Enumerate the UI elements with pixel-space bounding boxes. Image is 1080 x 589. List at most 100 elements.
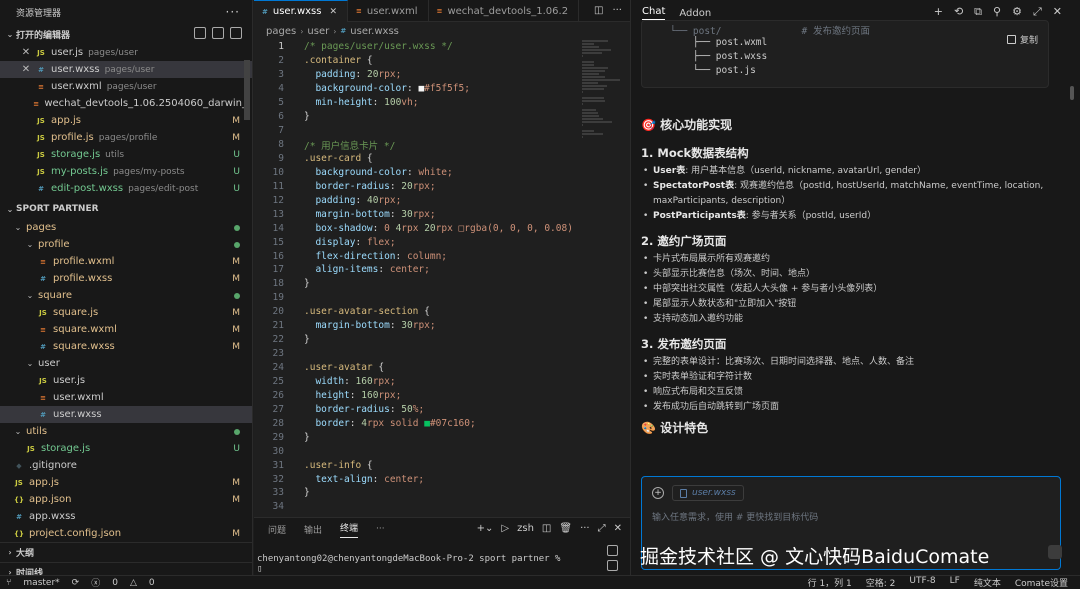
add-terminal-icon[interactable]: +⌄ (477, 523, 494, 534)
code-line: 9 .user-card { (254, 152, 630, 166)
settings-icon[interactable]: ⚙ (1012, 5, 1022, 19)
indent-setting[interactable]: 空格: 2 (866, 576, 896, 589)
cursor-position[interactable]: 行 1，列 1 (808, 576, 852, 589)
more-actions-icon[interactable]: ··· (580, 523, 590, 534)
folder-item[interactable]: ⌄ user (0, 355, 252, 372)
tab-output[interactable]: 输出 (304, 523, 322, 536)
open-editor-item[interactable]: ≡ user.wxml pages/user (0, 78, 252, 95)
new-file-icon[interactable] (194, 27, 206, 39)
folder-item[interactable]: ⌄ profile (0, 236, 252, 253)
open-editor-item[interactable]: # edit-post.wxss pages/edit-post U (0, 180, 252, 197)
terminal-instance-icon[interactable] (607, 560, 618, 571)
breadcrumb-item[interactable]: user (307, 26, 329, 37)
tree-file-item[interactable]: ◆ .gitignore (0, 457, 252, 474)
tab-chat[interactable]: Chat (642, 6, 666, 20)
tree-file-item[interactable]: JS user.js (0, 372, 252, 389)
file-icon (680, 488, 687, 498)
tree-file-item[interactable]: # user.wxss (0, 406, 252, 423)
project-section[interactable]: ⌄ SPORT PARTNER (0, 199, 252, 219)
folder-item[interactable]: ⌄ utils (0, 423, 252, 440)
sync-icon[interactable]: ⟳ (72, 578, 80, 588)
attached-file-chip[interactable]: user.wxss (672, 485, 744, 501)
tab-terminal[interactable]: 终端 (340, 521, 359, 538)
breadcrumb-item[interactable]: pages (266, 26, 296, 37)
trash-icon[interactable]: 🗑 (559, 523, 572, 534)
add-icon[interactable]: + (934, 5, 943, 19)
open-editor-item[interactable]: JS app.js M (0, 112, 252, 129)
git-status-badge: M (232, 307, 240, 318)
code-editor[interactable]: 1 /* pages/user/user.wxss */ 2 .container {… (254, 40, 630, 517)
branch-name[interactable]: master* (23, 578, 59, 588)
minimap[interactable] (582, 40, 622, 160)
folder-item[interactable]: ⌄ pages (0, 219, 252, 236)
editor-tab[interactable]: # user.wxss ✕ (254, 0, 349, 22)
encoding[interactable]: UTF-8 (909, 576, 935, 589)
more-actions-icon[interactable]: ··· (376, 524, 385, 534)
save-all-icon[interactable] (212, 27, 224, 39)
add-context-icon[interactable]: + (652, 487, 664, 499)
close-icon[interactable]: ✕ (1053, 5, 1062, 19)
close-icon[interactable]: ✕ (329, 7, 337, 17)
tree-file-item[interactable]: JS app.js M (0, 474, 252, 491)
tree-file-item[interactable]: ≡ profile.wxml M (0, 253, 252, 270)
code-line: 10 background-color: white; (254, 165, 630, 179)
sidebar-scrollbar[interactable] (244, 60, 250, 120)
copy-icon (1006, 35, 1016, 44)
comate-settings[interactable]: Comate设置 (1015, 576, 1068, 589)
tree-file-item[interactable]: ≡ square.wxml M (0, 321, 252, 338)
open-editors-list: ✕ JS user.js pages/user ✕ # user.wxss pages/use… (0, 44, 252, 197)
breadcrumb-item[interactable]: user.wxss (350, 26, 399, 37)
more-actions-icon[interactable]: ··· (612, 5, 622, 16)
line-ending[interactable]: LF (950, 576, 960, 589)
split-terminal-icon[interactable]: ◫ (542, 523, 551, 534)
close-all-icon[interactable] (230, 27, 242, 39)
copy-button[interactable]: 复制 (1006, 33, 1038, 46)
open-editor-item[interactable]: ✕ # user.wxss pages/user (0, 61, 252, 78)
open-editor-item[interactable]: JS profile.js pages/profile M (0, 129, 252, 146)
split-editor-icon[interactable]: ◫ (594, 5, 603, 16)
terminal-instance-icon[interactable] (607, 545, 618, 556)
tree-file-item[interactable]: JS square.js M (0, 304, 252, 321)
outline-section[interactable]: › 大纲 (0, 542, 252, 562)
shell-label[interactable]: zsh (517, 523, 534, 534)
history-icon[interactable]: ⟲ (954, 5, 963, 19)
tree-file-item[interactable]: # square.wxss M (0, 338, 252, 355)
tree-file-item[interactable]: # app.wxss (0, 508, 252, 525)
line-number: 4 (278, 83, 284, 95)
editor-tab[interactable]: ≡ wechat_devtools_1.06.2 (429, 0, 580, 22)
chat-scrollbar[interactable] (1070, 86, 1074, 100)
editor-tab[interactable]: ≡ user.wxml (348, 0, 429, 22)
open-editor-item[interactable]: JS my-posts.js pages/my-posts U (0, 163, 252, 180)
maximize-icon[interactable]: ⤢ (598, 523, 606, 534)
tab-addon[interactable]: Addon (679, 8, 711, 19)
close-icon[interactable]: ✕ (20, 64, 32, 75)
chevron-down-icon: ⌄ (14, 223, 22, 232)
list-item: 支持动态加入邀约功能 (641, 312, 1061, 327)
error-count[interactable]: 0 (112, 578, 118, 588)
terminal-output[interactable]: chenyantong02@chenyantongdeMacBook-Pro-2… (254, 540, 630, 574)
close-icon[interactable]: ✕ (614, 523, 622, 534)
close-icon[interactable]: ✕ (20, 47, 32, 58)
tab-problems[interactable]: 问题 (268, 523, 286, 536)
more-actions-icon[interactable]: ··· (226, 5, 240, 19)
tree-file-item[interactable]: JS storage.js U (0, 440, 252, 457)
open-editor-item[interactable]: ✕ JS user.js pages/user (0, 44, 252, 61)
open-external-icon[interactable]: ⧉ (974, 5, 982, 19)
warning-count[interactable]: 0 (149, 578, 155, 588)
tree-file-item[interactable]: ≡ user.wxml (0, 389, 252, 406)
language-mode[interactable]: 纯文本 (974, 576, 1001, 589)
chat-input-placeholder[interactable]: 输入任意需求，使用 # 更快找到目标代码 (642, 501, 1060, 523)
open-editor-item[interactable]: JS storage.js utils U (0, 146, 252, 163)
send-button[interactable] (1048, 545, 1062, 559)
tree-file-item[interactable]: # profile.wxss M (0, 270, 252, 287)
line-number: 29 (272, 431, 284, 443)
tree-file-item[interactable]: {} app.json M (0, 491, 252, 508)
timeline-section[interactable]: › 时间线 (0, 562, 252, 575)
folder-item[interactable]: ⌄ square (0, 287, 252, 304)
chat-message: 🎯 核心功能实现 1. Mock数据表结构 User表: 用户基本信息（userI… (641, 112, 1061, 439)
open-editor-item[interactable]: ≡ wechat_devtools_1.06.2504060_darwin_ (0, 95, 252, 112)
pin-icon[interactable]: ⚲ (993, 5, 1001, 19)
open-editors-section[interactable]: ⌄ 打开的编辑器 (0, 24, 252, 44)
tree-file-item[interactable]: {} project.config.json M (0, 525, 252, 542)
maximize-icon[interactable]: ⤢ (1033, 5, 1042, 19)
